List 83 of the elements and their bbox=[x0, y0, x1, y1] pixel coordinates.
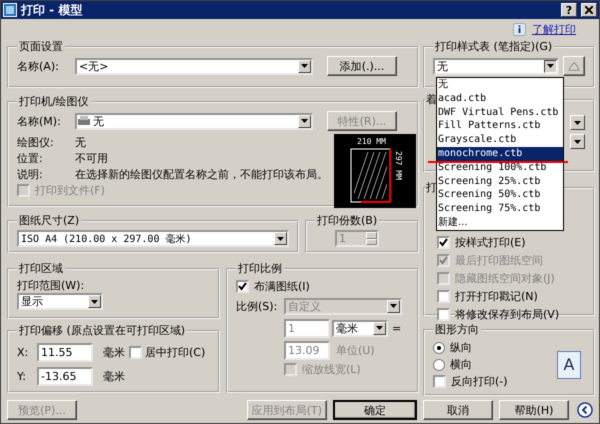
dropdown-field[interactable]: <无> bbox=[75, 58, 313, 74]
edit-button[interactable] bbox=[563, 56, 585, 76]
add-button[interactable]: 添加(.)... bbox=[327, 56, 397, 76]
group-title: 打印区域 bbox=[18, 261, 64, 276]
checkbox[interactable] bbox=[437, 308, 450, 320]
field-label: 打印范围(W): bbox=[17, 278, 86, 293]
checkbox-label: 居中打印(C) bbox=[145, 344, 206, 360]
field-label: Y: bbox=[17, 370, 27, 382]
checkbox[interactable] bbox=[129, 346, 142, 358]
checkbox-label: 打印到文件(F) bbox=[35, 183, 105, 198]
dropdown-field[interactable]: ISO A4 (210.00 x 297.00 毫米) bbox=[17, 230, 289, 247]
dialog-button[interactable]: 取消 bbox=[423, 400, 493, 420]
help-button[interactable]: ? bbox=[561, 3, 577, 17]
radio-label: 纵向 bbox=[450, 340, 472, 355]
checkbox-label: 最后打印图纸空间 bbox=[455, 252, 543, 268]
dropdown-option[interactable]: acad.ctb bbox=[437, 92, 563, 106]
unit-label: 单位(U) bbox=[336, 342, 375, 358]
dropdown-option[interactable]: Screening 75%.ctb bbox=[437, 202, 563, 216]
input-field[interactable]: -13.65 bbox=[37, 366, 93, 386]
dropdown-option[interactable]: Fill Patterns.ctb bbox=[437, 119, 563, 134]
group-title: 着 bbox=[425, 92, 438, 107]
field-label: 名称(A): bbox=[17, 58, 60, 74]
checkbox-label: 缩放线宽(L) bbox=[302, 362, 361, 377]
help-link[interactable]: 了解打印 bbox=[532, 22, 576, 36]
input-field[interactable]: 11.55 bbox=[37, 342, 93, 362]
dropdown-option[interactable]: 新建... bbox=[437, 216, 563, 230]
group-title: 打印偏移 (原点设置在可打印区域) bbox=[18, 323, 186, 338]
close-icon bbox=[585, 6, 593, 14]
printer-icon bbox=[77, 115, 91, 127]
checkbox[interactable] bbox=[437, 236, 450, 248]
dropdown-field[interactable]: 无 bbox=[433, 58, 559, 74]
field-label: X: bbox=[17, 346, 30, 358]
group-title: 打 bbox=[425, 180, 438, 195]
group-title: 打印样式表 (笔指定)(G) bbox=[434, 39, 554, 54]
unit-label: 毫米 bbox=[103, 344, 125, 360]
dropdown-option[interactable]: Screening 100%.ctb bbox=[437, 160, 563, 175]
dropdown-option[interactable]: monochrome.ctb bbox=[437, 146, 563, 161]
dropdown-option[interactable]: 无 bbox=[437, 78, 563, 92]
group-title: 图形方向 bbox=[434, 322, 480, 337]
dropdown-field[interactable]: 无 bbox=[75, 112, 313, 130]
radio-button[interactable] bbox=[433, 342, 445, 354]
height-dimension-label: 297 MM bbox=[394, 151, 403, 180]
field-label: 名称(M): bbox=[17, 114, 62, 128]
dialog-button[interactable]: 确定 bbox=[333, 400, 417, 420]
equals-label: = bbox=[392, 322, 402, 334]
radio-button[interactable] bbox=[433, 358, 445, 370]
dialog-button[interactable]: 帮助(H) bbox=[499, 400, 569, 420]
checkbox-label: 将修改保存到布局(V) bbox=[455, 306, 560, 322]
dropdown-option[interactable]: Grayscale.ctb bbox=[437, 133, 563, 147]
info-label: 说明: bbox=[17, 166, 44, 182]
dropdown-option[interactable]: Screening 25%.ctb bbox=[437, 174, 563, 188]
collapse-icon[interactable] bbox=[577, 402, 593, 418]
dropdown-option[interactable]: Screening 50%.ctb bbox=[437, 188, 563, 202]
portrait-page-icon: A bbox=[557, 350, 581, 378]
info-label: 绘图仪: bbox=[17, 134, 55, 150]
unit-label: 毫米 bbox=[103, 368, 125, 384]
checkbox-label: 按样式打印(E) bbox=[455, 234, 526, 250]
group-title: 打印比例 bbox=[237, 261, 283, 276]
checkbox-label: 反向打印(-) bbox=[451, 374, 508, 389]
group-title: 打印份数(B) bbox=[316, 213, 378, 228]
close-button[interactable] bbox=[581, 3, 597, 17]
info-value: 在选择新的绘图仪配置名称之前，不能打印该布局。 bbox=[75, 166, 328, 182]
checkbox-label: 打开打印戳记(N) bbox=[455, 288, 538, 304]
info-value: 无 bbox=[75, 134, 86, 150]
checkbox[interactable] bbox=[437, 290, 450, 302]
info-value: 不可用 bbox=[75, 150, 108, 166]
group-title: 页面设置 bbox=[18, 39, 64, 54]
app-icon bbox=[3, 3, 17, 17]
info-label: 位置: bbox=[17, 150, 44, 166]
window-title: 打印 - 模型 bbox=[21, 2, 82, 18]
radio-label: 横向 bbox=[450, 357, 472, 372]
group-title: 打印机/绘图仪 bbox=[18, 94, 90, 109]
checkbox-label: 隐藏图纸空间对象(J) bbox=[455, 270, 555, 286]
field-label: 比例(S): bbox=[236, 298, 278, 314]
group-title: 图纸尺寸(Z) bbox=[18, 213, 80, 228]
paper-drawing bbox=[350, 148, 391, 203]
checkbox-label: 布满图纸(I) bbox=[254, 279, 310, 294]
checkbox[interactable] bbox=[433, 375, 446, 388]
dropdown-option[interactable]: DWF Virtual Pens.ctb bbox=[437, 106, 563, 120]
pen-icon bbox=[568, 60, 580, 72]
info-icon bbox=[513, 22, 526, 36]
dropdown-field[interactable]: 显示 bbox=[17, 293, 103, 310]
width-dimension-label: 210 MM bbox=[357, 137, 386, 146]
